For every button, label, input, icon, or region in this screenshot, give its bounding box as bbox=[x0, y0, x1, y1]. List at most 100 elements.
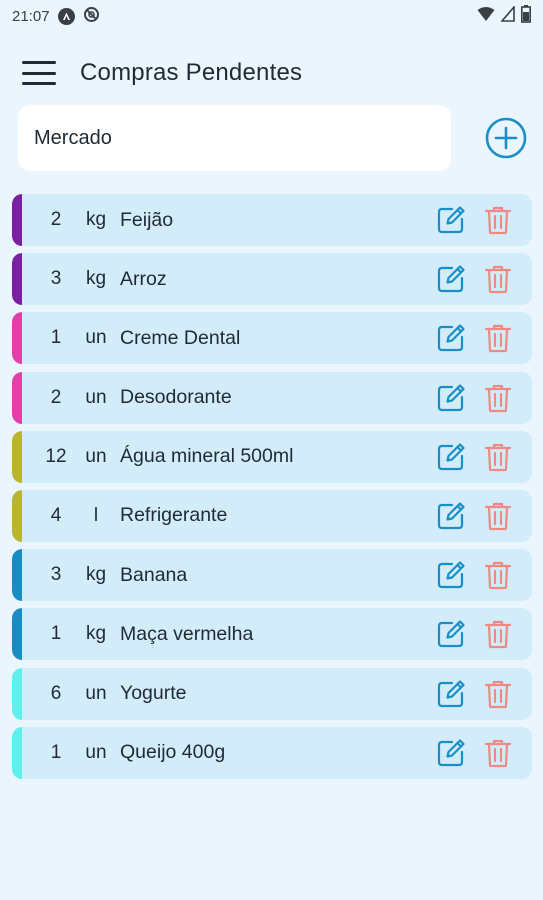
list-item[interactable]: 12 un Água mineral 500ml bbox=[12, 430, 532, 483]
item-unit: kg bbox=[85, 564, 107, 586]
edit-item-button[interactable] bbox=[435, 441, 467, 473]
trash-icon bbox=[484, 562, 512, 590]
item-quantity: 2 bbox=[50, 209, 62, 230]
item-unit: un bbox=[85, 327, 107, 349]
category-color-bar bbox=[12, 726, 22, 779]
item-unit: un bbox=[85, 386, 107, 408]
item-name: Refrigerante bbox=[120, 504, 228, 527]
item-unit: un bbox=[85, 445, 107, 467]
item-unit: l bbox=[93, 504, 99, 526]
item-unit: kg bbox=[85, 209, 107, 230]
item-unit: un bbox=[85, 682, 107, 704]
list-item[interactable]: 3 kg Arroz bbox=[12, 253, 532, 306]
item-quantity: 1 bbox=[50, 741, 62, 763]
edit-icon bbox=[437, 324, 465, 352]
page-title: Compras Pendentes bbox=[80, 59, 303, 86]
delete-item-button[interactable] bbox=[482, 382, 514, 414]
item-quantity: 4 bbox=[50, 504, 62, 526]
edit-item-button[interactable] bbox=[435, 322, 467, 354]
edit-item-button[interactable] bbox=[435, 204, 467, 236]
category-color-bar bbox=[12, 194, 22, 246]
edit-item-button[interactable] bbox=[435, 737, 467, 769]
list-item[interactable]: 2 kg Feijão bbox=[12, 194, 532, 246]
trash-icon bbox=[484, 206, 512, 235]
battery-icon bbox=[521, 5, 531, 27]
edit-item-button[interactable] bbox=[435, 559, 467, 591]
edit-icon bbox=[437, 679, 465, 707]
delete-item-button[interactable] bbox=[482, 322, 514, 354]
status-right bbox=[477, 4, 531, 27]
delete-item-button[interactable] bbox=[482, 263, 514, 295]
status-left: 21:07 bbox=[12, 6, 100, 27]
edit-item-button[interactable] bbox=[435, 618, 467, 650]
wifi-icon bbox=[477, 6, 495, 26]
signal-icon bbox=[500, 4, 515, 26]
trash-icon bbox=[484, 443, 512, 471]
category-color-bar bbox=[12, 667, 22, 720]
item-name: Feijão bbox=[120, 208, 174, 231]
list-item[interactable]: 2 un Desodorante bbox=[12, 371, 532, 424]
item-quantity: 1 bbox=[50, 623, 62, 645]
app-bar: Compras Pendentes bbox=[0, 44, 543, 102]
edit-icon bbox=[437, 561, 465, 589]
item-unit: kg bbox=[85, 268, 107, 290]
item-unit: un bbox=[85, 741, 107, 763]
delete-item-button[interactable] bbox=[482, 559, 514, 591]
notification-a-icon bbox=[57, 7, 75, 25]
edit-item-button[interactable] bbox=[435, 500, 467, 532]
list-item[interactable]: 3 kg Banana bbox=[12, 549, 532, 602]
item-quantity: 1 bbox=[50, 327, 62, 349]
category-color-bar bbox=[12, 489, 22, 542]
delete-item-button[interactable] bbox=[482, 737, 514, 769]
no-sync-icon bbox=[83, 6, 100, 27]
delete-item-button[interactable] bbox=[482, 204, 514, 236]
delete-item-button[interactable] bbox=[482, 678, 514, 710]
edit-icon bbox=[437, 265, 465, 293]
category-color-bar bbox=[12, 549, 22, 602]
add-item-button[interactable] bbox=[484, 116, 528, 160]
shopping-list: 2 kg Feijão 3 kg Arroz 1 un Creme Dental… bbox=[12, 194, 532, 786]
item-quantity: 2 bbox=[50, 386, 62, 408]
item-quantity: 3 bbox=[50, 564, 62, 586]
list-item[interactable]: 1 un Queijo 400g bbox=[12, 726, 532, 779]
item-name: Queijo 400g bbox=[120, 741, 226, 764]
edit-icon bbox=[437, 739, 465, 766]
item-name: Água mineral 500ml bbox=[120, 445, 294, 468]
delete-item-button[interactable] bbox=[482, 441, 514, 473]
delete-item-button[interactable] bbox=[482, 500, 514, 532]
category-color-bar bbox=[12, 608, 22, 661]
list-item[interactable]: 4 l Refrigerante bbox=[12, 489, 532, 542]
edit-item-button[interactable] bbox=[435, 382, 467, 414]
hamburger-menu-icon[interactable] bbox=[22, 61, 56, 85]
edit-icon bbox=[437, 206, 465, 234]
category-color-bar bbox=[12, 430, 22, 483]
item-name: Maça vermelha bbox=[120, 622, 254, 645]
trash-icon bbox=[484, 621, 512, 649]
edit-item-button[interactable] bbox=[435, 678, 467, 710]
trash-icon bbox=[484, 739, 512, 767]
edit-item-button[interactable] bbox=[435, 263, 467, 295]
trash-icon bbox=[484, 384, 512, 412]
delete-item-button[interactable] bbox=[482, 618, 514, 650]
list-item[interactable]: 1 kg Maça vermelha bbox=[12, 608, 532, 661]
list-item[interactable]: 6 un Yogurte bbox=[12, 667, 532, 720]
input-row bbox=[18, 104, 528, 172]
item-name: Yogurte bbox=[120, 682, 187, 704]
category-color-bar bbox=[12, 371, 22, 424]
item-name: Banana bbox=[120, 563, 188, 586]
trash-icon bbox=[484, 325, 512, 353]
trash-icon bbox=[484, 680, 512, 708]
category-color-bar bbox=[12, 312, 22, 365]
edit-icon bbox=[437, 443, 465, 470]
add-circle-icon bbox=[485, 117, 527, 159]
list-name-input[interactable] bbox=[18, 105, 451, 171]
edit-icon bbox=[437, 383, 465, 411]
item-name: Desodorante bbox=[120, 386, 232, 409]
edit-icon bbox=[437, 620, 465, 648]
edit-icon bbox=[437, 502, 465, 530]
list-item[interactable]: 1 un Creme Dental bbox=[12, 312, 532, 365]
item-name: Arroz bbox=[120, 267, 167, 290]
category-color-bar bbox=[12, 253, 22, 306]
trash-icon bbox=[484, 266, 512, 294]
item-quantity: 3 bbox=[50, 268, 62, 290]
